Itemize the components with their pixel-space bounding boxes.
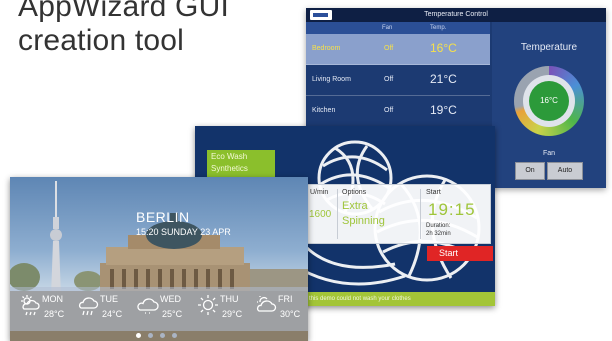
forecast-day-name: WED bbox=[160, 294, 181, 304]
room-temperature: 16°C bbox=[430, 41, 457, 55]
fan-label: Fan bbox=[542, 150, 556, 157]
room-fan-state: Off bbox=[384, 107, 394, 114]
page-indicator bbox=[136, 333, 182, 339]
temperature-panel-title: Temperature bbox=[520, 42, 578, 53]
forecast-day-mon[interactable]: MON 28°C bbox=[14, 287, 72, 331]
options-value-line-2[interactable]: Spinning bbox=[342, 215, 385, 227]
forecast-day-name: THU bbox=[220, 294, 239, 304]
table-header: Fan Temp. bbox=[306, 22, 490, 34]
start-time[interactable]: 19:15 bbox=[428, 200, 476, 220]
temperature-panel: Temperature 16°C Fan On Auto bbox=[492, 22, 606, 188]
sun-cloud-icon bbox=[256, 296, 277, 312]
gauge-value: 16°C bbox=[529, 81, 569, 121]
forecast-temperature: 29°C bbox=[222, 309, 243, 319]
forecast-day-fri[interactable]: FRI 30°C bbox=[250, 287, 308, 331]
wash-settings-panel: U/min 1600 Options Extra Spinning Start … bbox=[305, 184, 491, 244]
room-fan-state: Off bbox=[384, 45, 394, 52]
sun-icon bbox=[198, 295, 218, 315]
options-value-line-1[interactable]: Extra bbox=[342, 200, 368, 212]
program-badge[interactable]: Eco Wash Synthetics bbox=[207, 150, 275, 178]
room-fan-state: Off bbox=[384, 76, 394, 83]
forecast-day-name: FRI bbox=[278, 294, 293, 304]
cloud-icon bbox=[137, 298, 159, 314]
title-bar: Temperature Control bbox=[306, 8, 606, 22]
sun-rain-icon bbox=[21, 295, 40, 316]
page-dot-3[interactable] bbox=[160, 333, 165, 338]
window-title: Temperature Control bbox=[424, 11, 488, 18]
room-temperature: 21°C bbox=[430, 72, 457, 86]
start-button[interactable]: Start bbox=[427, 246, 493, 261]
room-row-kitchen[interactable]: Kitchen Off 19°C bbox=[306, 96, 490, 127]
footer-disclaimer: this demo could not wash your clothes bbox=[305, 292, 495, 306]
duration-label: Duration: bbox=[426, 223, 451, 229]
fan-on-button[interactable]: On bbox=[515, 162, 545, 180]
duration-value: 2h 32min bbox=[426, 231, 451, 237]
column-divider bbox=[420, 189, 421, 239]
forecast-temperature: 25°C bbox=[162, 309, 183, 319]
column-divider bbox=[337, 189, 338, 239]
weather-screen: BERLIN 15:20 SUNDAY 23 APR MON 28°C TUE … bbox=[10, 177, 308, 341]
page-dot-4[interactable] bbox=[172, 333, 177, 338]
fan-auto-button[interactable]: Auto bbox=[547, 162, 583, 180]
forecast-day-thu[interactable]: THU 29°C bbox=[192, 287, 250, 331]
headline: AppWizard GUI creation tool bbox=[18, 0, 288, 58]
options-header: Options bbox=[342, 189, 367, 196]
headline-line-1: AppWizard GUI bbox=[18, 0, 229, 23]
column-header-fan: Fan bbox=[382, 25, 393, 31]
headline-line-2: creation tool bbox=[18, 24, 185, 57]
forecast-day-tue[interactable]: TUE 24°C bbox=[72, 287, 130, 331]
room-name: Bedroom bbox=[312, 45, 341, 52]
forecast-bar: MON 28°C TUE 24°C WED 25°C THU 29°C FRI … bbox=[10, 287, 308, 331]
temperature-gauge[interactable]: 16°C bbox=[514, 66, 584, 136]
start-header: Start bbox=[426, 189, 441, 196]
gauge-ring: 16°C bbox=[523, 75, 575, 127]
forecast-temperature: 24°C bbox=[102, 309, 123, 319]
city-name: BERLIN bbox=[136, 209, 190, 225]
cloud-rain-icon bbox=[78, 297, 99, 316]
room-temperature: 19°C bbox=[430, 103, 457, 117]
forecast-day-name: TUE bbox=[100, 294, 118, 304]
room-name: Living Room bbox=[312, 76, 351, 83]
room-row-living-room[interactable]: Living Room Off 21°C bbox=[306, 65, 490, 96]
page-dot-1[interactable] bbox=[136, 333, 141, 338]
page-dot-2[interactable] bbox=[148, 333, 153, 338]
forecast-day-name: MON bbox=[42, 294, 63, 304]
column-header-temp: Temp. bbox=[430, 25, 447, 31]
program-type: Synthetics bbox=[211, 164, 248, 173]
speed-header: U/min bbox=[310, 189, 329, 196]
room-row-bedroom[interactable]: Bedroom Off 16°C bbox=[306, 34, 490, 65]
fan-buttons: On Auto bbox=[515, 162, 583, 180]
date-time: 15:20 SUNDAY 23 APR bbox=[136, 227, 231, 237]
forecast-temperature: 28°C bbox=[44, 309, 65, 319]
room-name: Kitchen bbox=[312, 107, 336, 114]
forecast-temperature: 30°C bbox=[280, 309, 301, 319]
program-name: Eco Wash bbox=[211, 152, 248, 161]
forecast-day-wed[interactable]: WED 25°C bbox=[132, 287, 190, 331]
speed-value[interactable]: 1600 bbox=[309, 209, 331, 220]
